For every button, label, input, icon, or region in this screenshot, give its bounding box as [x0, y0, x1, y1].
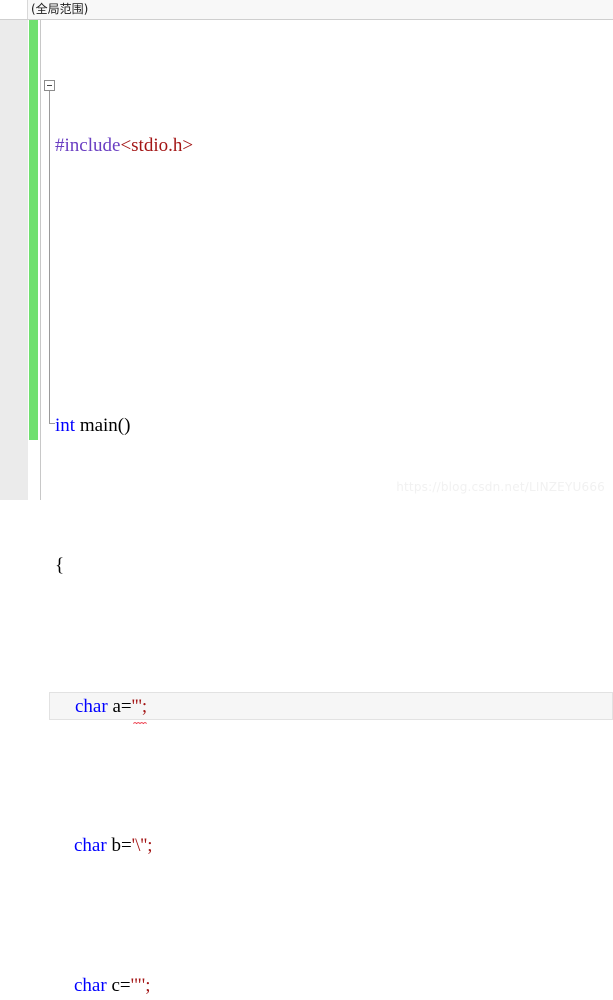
token-keyword-char-b: char	[74, 835, 107, 856]
code-line-6[interactable]: char b='\'';	[41, 832, 613, 860]
scope-bar-left-spacer	[0, 0, 28, 19]
token-preprocessor-include: #include	[55, 135, 121, 156]
code-line-7[interactable]: char c='"';	[41, 972, 613, 1000]
code-editor[interactable]: #include<stdio.h> int main() { char a=''…	[0, 20, 613, 996]
indent-7	[55, 975, 74, 996]
token-keyword-char-c: char	[74, 975, 107, 996]
token-var-c: c=	[111, 975, 131, 996]
scope-selector-label[interactable]: (全局范围)	[31, 1, 88, 18]
token-function-main: main()	[79, 415, 131, 436]
code-line-5-current[interactable]: char a=''';	[49, 692, 613, 725]
code-line-3[interactable]: int main()	[41, 412, 613, 440]
token-var-b: b=	[111, 835, 132, 856]
code-line-1[interactable]: #include<stdio.h>	[41, 132, 613, 160]
token-brace-open: {	[55, 555, 65, 576]
code-line-2[interactable]	[41, 272, 613, 300]
token-var-a: a=	[112, 696, 132, 717]
scope-navigation-bar[interactable]: (全局范围)	[0, 0, 613, 20]
code-line-4[interactable]: {	[41, 552, 613, 580]
editor-selection-margin[interactable]	[0, 20, 28, 500]
code-text-area[interactable]: #include<stdio.h> int main() { char a=''…	[41, 20, 613, 996]
csdn-watermark: https://blog.csdn.net/LINZEYU666	[396, 480, 605, 494]
token-literal-a: ''';	[131, 696, 148, 725]
token-literal-c: '"';	[130, 975, 151, 996]
token-header-stdio: <stdio.h>	[120, 135, 194, 156]
indent-5	[56, 696, 75, 717]
track-changes-saved-bar	[29, 20, 38, 440]
token-keyword-int: int	[55, 415, 76, 436]
token-keyword-char-a: char	[75, 696, 108, 717]
indent-6	[55, 835, 74, 856]
token-literal-b: '\'';	[131, 835, 153, 856]
